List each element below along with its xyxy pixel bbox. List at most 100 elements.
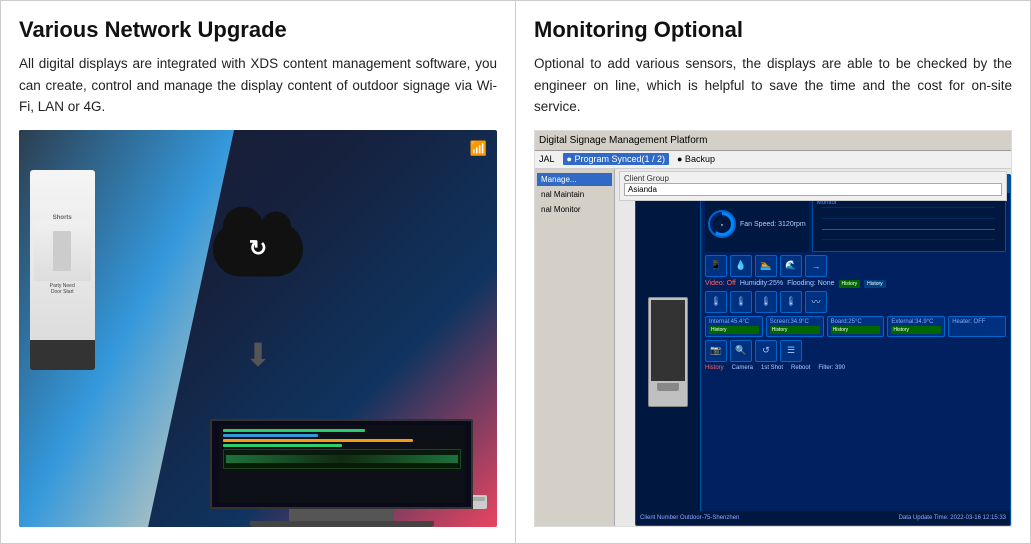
- camera-icons-row: 📷 🔍 ↺ ☰: [705, 340, 1006, 362]
- software-menu-bar: JAL ● Program Synced(1 / 2) ● Backup: [535, 151, 1011, 169]
- camera-icon-1: 📷: [705, 340, 727, 362]
- status-icon-swim: 🏊: [755, 255, 777, 277]
- sensor-external-label: External:34.9°C: [891, 319, 941, 325]
- sensor-screen-label: Screen:34.9°C: [770, 319, 820, 325]
- cloud-icon: ↻: [213, 221, 303, 276]
- sensor-heater-label: Heater: OFF: [952, 319, 1002, 325]
- flooding-label: Flooding: None: [787, 280, 834, 287]
- menu-item-program[interactable]: ● Program Synced(1 / 2): [563, 153, 669, 165]
- chart-grid-3: [822, 207, 995, 208]
- left-panel-title: Various Network Upgrade: [19, 17, 497, 43]
- footer-client-info: Client Number Outdoor-75-Shenzhen: [640, 515, 739, 521]
- software-title: Digital Signage Management Platform: [539, 135, 707, 146]
- history-button-1[interactable]: History: [839, 280, 861, 288]
- left-panel: Various Network Upgrade All digital disp…: [1, 1, 516, 543]
- history-label-3: History: [705, 365, 724, 371]
- monitor-bar-2: [223, 444, 342, 447]
- status-icon-wave: 🌊: [780, 255, 802, 277]
- camera-labels-row: History Camera 1st Shot Reboot Filter: 3…: [705, 365, 1006, 371]
- monitor-screen: [210, 419, 473, 509]
- sidebar-item-maintain[interactable]: nal Maintain: [537, 188, 612, 201]
- software-sidebar: Manage... nal Maintain nal Monitor: [535, 169, 615, 526]
- status-icon-water: 💧: [730, 255, 752, 277]
- sensor-internal-label: Internal:45.4°C: [709, 319, 759, 325]
- sensor-readings-row: Internal:45.4°C History Screen:34.9°C Hi…: [705, 316, 1006, 337]
- camera-label: Camera: [732, 365, 753, 371]
- right-panel: Monitoring Optional Optional to add vari…: [516, 1, 1030, 543]
- monitor-base: [250, 521, 434, 527]
- monitor-stand: [289, 509, 394, 521]
- sync-arrows-icon: ↻: [249, 236, 267, 262]
- terminal-monitor-dialog: Terminal Monitor _ □ ×: [635, 174, 1011, 526]
- client-group-value[interactable]: Asianda: [624, 183, 1002, 196]
- reboot-icon: ↺: [755, 340, 777, 362]
- sensor-external: External:34.9°C History: [887, 316, 945, 337]
- wifi-icon: 📶: [470, 140, 487, 157]
- outdoor-display-unit: [648, 297, 688, 407]
- screenshot-label: 1st Shot: [761, 365, 783, 371]
- temp-icon-2: 🌡: [730, 291, 752, 313]
- monitor-display: [210, 419, 473, 527]
- heater-icon: 〰: [805, 291, 827, 313]
- software-content: Client Group Asianda Terminal Monitor _: [615, 169, 1011, 526]
- sensor-external-history-button[interactable]: History: [891, 326, 941, 334]
- gauge-inner: ●: [713, 215, 731, 233]
- fan-speed-label: Fan Speed: 3120rpm: [740, 221, 806, 228]
- sensor-board-history-button[interactable]: History: [831, 326, 881, 334]
- humidity-label: Humidity:25%: [740, 280, 783, 287]
- monitoring-software-image: Digital Signage Management Platform JAL …: [534, 130, 1012, 527]
- sensor-screen-history-button[interactable]: History: [770, 326, 820, 334]
- right-panel-title: Monitoring Optional: [534, 17, 1012, 43]
- download-arrow-icon: ⬇: [245, 336, 272, 374]
- video-label: Video: Off: [705, 280, 736, 287]
- status-icons-row-1: 📱 💧 🏊 🌊 →: [705, 255, 1006, 277]
- right-panel-description: Optional to add various sensors, the dis…: [534, 53, 1012, 118]
- terminal-dialog-footer: Client Number Outdoor-75-Shenzhen Data U…: [636, 511, 1010, 525]
- camera-icon-2: 🔍: [730, 340, 752, 362]
- menu-item-backup[interactable]: ● Backup: [677, 154, 715, 164]
- signage-screen: Shorts Party NeedDoor Start: [30, 170, 95, 340]
- filter-label: Filter: 390: [818, 365, 845, 371]
- software-ui: Digital Signage Management Platform JAL …: [535, 131, 1011, 526]
- temp-icon-3: 🌡: [755, 291, 777, 313]
- temp-icon-4: 🌡: [780, 291, 802, 313]
- software-title-bar: Digital Signage Management Platform: [535, 131, 1011, 151]
- sensor-board: Board:25°C History: [827, 316, 885, 337]
- humidity-flooding-row: Video: Off Humidity:25% Flooding: None H…: [705, 280, 1006, 288]
- cloud-shape: ↻: [213, 221, 303, 276]
- terminal-dialog-body: ● Fan Speed: 3120rpm Monitor: [636, 193, 1010, 511]
- sensor-internal-history-button[interactable]: History: [709, 326, 759, 334]
- left-panel-description: All digital displays are integrated with…: [19, 53, 497, 118]
- chart-line: [822, 229, 995, 230]
- filter-icon: ☰: [780, 340, 802, 362]
- sensor-screen: Screen:34.9°C History: [766, 316, 824, 337]
- client-group-area: Client Group Asianda: [619, 171, 1007, 201]
- footer-update-time: Data Update Time: 2022-03-16 12:15:33: [899, 515, 1006, 521]
- display-base: [657, 383, 680, 391]
- monitor-bar-blue: [223, 434, 318, 437]
- outdoor-signage-display: Shorts Party NeedDoor Start: [30, 170, 95, 370]
- sensor-heater: Heater: OFF: [948, 316, 1006, 337]
- left-panel-image: Shorts Party NeedDoor Start ↻: [19, 130, 497, 527]
- terminal-device-display: [636, 193, 701, 511]
- history-button-2[interactable]: History: [864, 280, 886, 288]
- display-screen: [651, 300, 685, 381]
- sensor-board-label: Board:25°C: [831, 319, 881, 325]
- monitor-bar-green: [223, 429, 366, 432]
- sidebar-item-manage[interactable]: Manage...: [537, 173, 612, 186]
- monitor-content: [219, 425, 465, 502]
- top-monitoring-section: ● Fan Speed: 3120rpm Monitor: [705, 197, 1006, 252]
- sidebar-item-monitor[interactable]: nal Monitor: [537, 203, 612, 216]
- right-panel-image: Digital Signage Management Platform JAL …: [534, 130, 1012, 527]
- software-body: Manage... nal Maintain nal Monitor Clien…: [535, 169, 1011, 526]
- fan-speed-area: ● Fan Speed: 3120rpm: [705, 197, 809, 252]
- monitoring-chart: Monitor: [812, 197, 1006, 252]
- menu-item-jal[interactable]: JAL: [539, 154, 555, 164]
- monitor-bar-yellow: [223, 439, 413, 442]
- network-upgrade-image: Shorts Party NeedDoor Start ↻: [19, 130, 497, 527]
- temp-icon-1: 🌡: [705, 291, 727, 313]
- terminal-main-content: ● Fan Speed: 3120rpm Monitor: [701, 193, 1010, 511]
- status-icon-arrow: →: [805, 255, 827, 277]
- client-group-label: Client Group: [624, 174, 1002, 183]
- sensor-internal: Internal:45.4°C History: [705, 316, 763, 337]
